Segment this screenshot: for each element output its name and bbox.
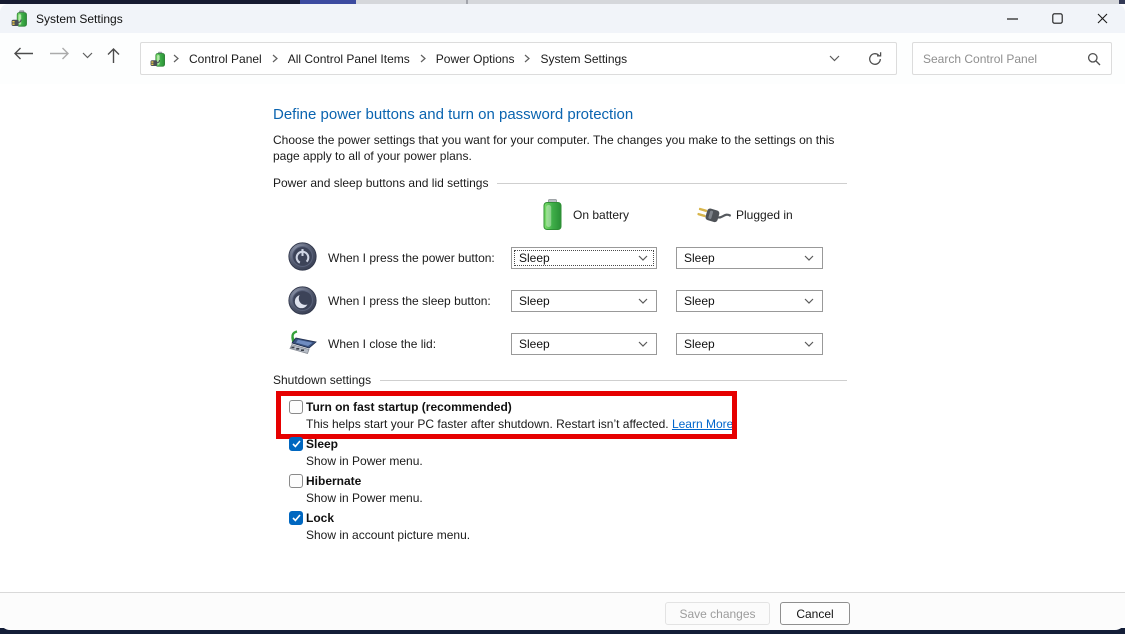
power-options-icon: [11, 10, 28, 27]
learn-more-link[interactable]: Learn More: [672, 417, 733, 431]
battery-icon: [543, 199, 562, 235]
forward-button[interactable]: [49, 47, 70, 60]
chevron-down-icon: [638, 341, 648, 347]
refresh-icon[interactable]: [867, 51, 883, 67]
row-label-sleep-button: When I press the sleep button:: [328, 294, 491, 308]
breadcrumb-separator-icon: [271, 54, 279, 63]
plug-icon: [695, 203, 731, 234]
desc-lock: Show in account picture menu.: [306, 528, 470, 542]
sleep-button-icon: [288, 286, 317, 320]
checkbox-lock[interactable]: [289, 511, 303, 525]
title-bar: System Settings: [0, 4, 1125, 33]
annotation-red-highlight: [276, 391, 737, 439]
search-input[interactable]: [913, 52, 1087, 66]
column-header-on-battery: On battery: [573, 208, 629, 222]
dropdown-value: Sleep: [512, 337, 638, 351]
search-box[interactable]: [912, 42, 1112, 75]
laptop-lid-icon: [288, 329, 320, 362]
chevron-down-icon: [804, 341, 814, 347]
section-shutdown: Shutdown settings: [273, 373, 847, 387]
close-button[interactable]: [1080, 4, 1125, 33]
chevron-down-icon: [638, 298, 648, 304]
breadcrumb-all-control-panel-items[interactable]: All Control Panel Items: [279, 52, 419, 66]
chevron-down-icon: [804, 298, 814, 304]
address-bar[interactable]: Control Panel All Control Panel Items Po…: [140, 42, 897, 75]
dropdown-value: Sleep: [512, 251, 638, 265]
breadcrumb-power-options[interactable]: Power Options: [427, 52, 524, 66]
dropdown-value: Sleep: [677, 251, 804, 265]
section-rule: [380, 380, 847, 381]
recent-pages-chevron-icon[interactable]: [82, 52, 93, 59]
label-sleep[interactable]: Sleep: [306, 437, 338, 451]
dropdown-close-lid-on-battery[interactable]: Sleep: [511, 333, 657, 355]
breadcrumb-separator-icon: [523, 54, 531, 63]
system-settings-window: System Settings: [0, 0, 1125, 634]
chevron-down-icon: [804, 255, 814, 261]
dropdown-value: Sleep: [677, 337, 804, 351]
page-title: Define power buttons and turn on passwor…: [273, 106, 633, 123]
dropdown-sleep-button-plugged-in[interactable]: Sleep: [676, 290, 823, 312]
label-lock[interactable]: Lock: [306, 511, 334, 525]
dropdown-sleep-button-on-battery[interactable]: Sleep: [511, 290, 657, 312]
power-button-icon: [288, 242, 317, 276]
footer-bar: Save changes Cancel: [0, 592, 1125, 630]
desc-hibernate: Show in Power menu.: [306, 491, 423, 505]
dropdown-value: Sleep: [512, 294, 638, 308]
navigation-toolbar: Control Panel All Control Panel Items Po…: [0, 33, 1125, 84]
cancel-button[interactable]: Cancel: [780, 602, 850, 625]
maximize-button[interactable]: [1035, 4, 1080, 33]
desc-text: This helps start your PC faster after sh…: [306, 417, 669, 431]
dropdown-power-button-on-battery[interactable]: Sleep: [511, 247, 657, 269]
search-icon[interactable]: [1087, 52, 1101, 66]
chevron-down-icon: [638, 255, 648, 261]
dropdown-value: Sleep: [677, 294, 804, 308]
address-dropdown-chevron-icon[interactable]: [829, 55, 840, 62]
label-fast-startup[interactable]: Turn on fast startup (recommended): [306, 400, 512, 414]
checkbox-hibernate[interactable]: [289, 474, 303, 488]
save-changes-button[interactable]: Save changes: [665, 602, 770, 625]
breadcrumb-control-panel[interactable]: Control Panel: [180, 52, 271, 66]
column-header-plugged-in: Plugged in: [736, 208, 793, 222]
page-intro: Choose the power settings that you want …: [273, 133, 845, 164]
section-rule: [497, 183, 847, 184]
label-hibernate[interactable]: Hibernate: [306, 474, 361, 488]
row-label-power-button: When I press the power button:: [328, 251, 495, 265]
breadcrumb-separator-icon: [419, 54, 427, 63]
checkbox-fast-startup[interactable]: [289, 400, 303, 414]
minimize-button[interactable]: [990, 4, 1035, 33]
breadcrumb-separator-icon: [172, 54, 180, 63]
main-content: Define power buttons and turn on passwor…: [0, 84, 1125, 592]
desc-sleep: Show in Power menu.: [306, 454, 423, 468]
window-title: System Settings: [36, 12, 123, 26]
breadcrumb-system-settings[interactable]: System Settings: [531, 52, 636, 66]
desc-fast-startup: This helps start your PC faster after sh…: [306, 417, 733, 431]
dropdown-power-button-plugged-in[interactable]: Sleep: [676, 247, 823, 269]
section-title: Shutdown settings: [273, 373, 371, 387]
power-options-icon: [150, 51, 166, 67]
section-title: Power and sleep buttons and lid settings: [273, 176, 488, 190]
checkbox-sleep[interactable]: [289, 437, 303, 451]
window-controls: [990, 4, 1125, 33]
dropdown-close-lid-plugged-in[interactable]: Sleep: [676, 333, 823, 355]
row-label-close-lid: When I close the lid:: [328, 337, 436, 351]
up-button[interactable]: [107, 47, 120, 64]
section-power-buttons: Power and sleep buttons and lid settings: [273, 176, 847, 190]
back-button[interactable]: [13, 47, 34, 60]
